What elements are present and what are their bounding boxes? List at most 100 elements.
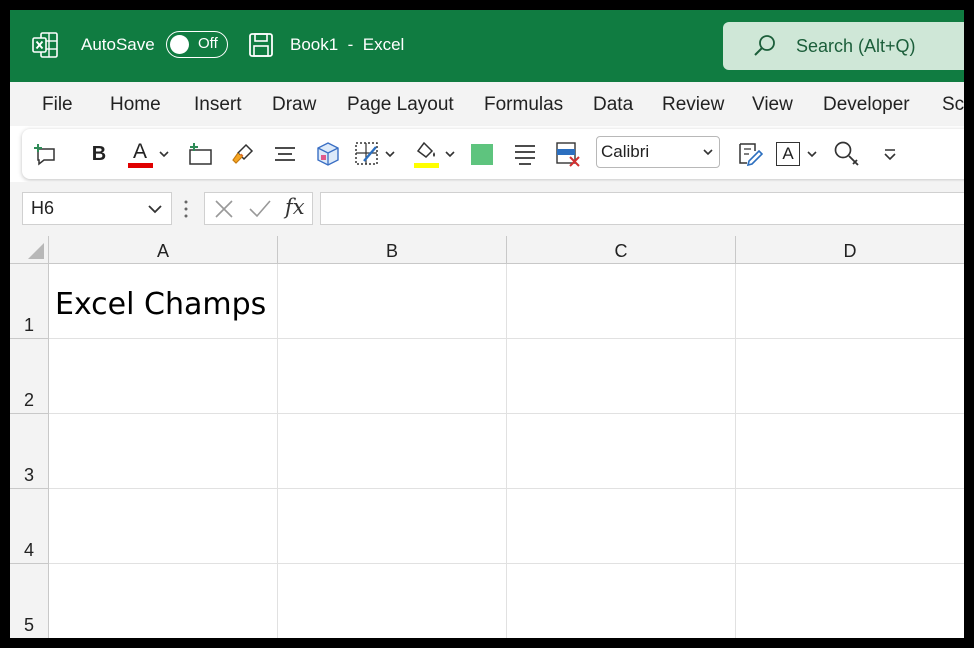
name-box-value: H6 [31,198,55,218]
row-number: 5 [24,615,35,635]
cell-c3[interactable] [507,414,736,489]
cell-b1[interactable] [278,264,507,339]
tab-view[interactable]: View [752,94,793,116]
row-header-3[interactable]: 3 [10,414,49,489]
cell-a5[interactable] [49,564,278,638]
row-header-4[interactable]: 4 [10,489,49,564]
column-header-c[interactable]: C [507,236,736,264]
tab-file[interactable]: File [42,94,73,116]
new-comment-icon [34,144,55,166]
search-box[interactable]: Search (Alt+Q) [723,22,964,70]
row-number: 3 [24,465,35,485]
tab-more[interactable]: Sc [942,94,964,116]
find-button[interactable] [832,140,862,168]
font-name-dropdown[interactable]: Calibri [596,136,720,168]
align-center-button[interactable] [272,140,298,168]
select-all-icon [28,243,44,259]
font-name-value: Calibri [601,142,650,161]
cell-c4[interactable] [507,489,736,564]
tab-insert[interactable]: Insert [194,94,242,116]
formula-bar-resize-handle[interactable] [184,199,188,219]
cell-a1[interactable]: Excel Champs [49,264,278,339]
tab-review[interactable]: Review [662,94,724,116]
sensitivity-icon [739,143,763,167]
format-painter-button[interactable] [230,140,256,168]
cell-a1-value: Excel Champs [55,287,267,322]
tab-draw[interactable]: Draw [272,94,316,116]
cell-d4[interactable] [736,489,964,564]
font-color-swatch [128,163,153,168]
chevron-down-icon [159,151,169,158]
cell-d2[interactable] [736,339,964,414]
column-header-d[interactable]: D [736,236,964,264]
justify-button[interactable] [512,140,538,168]
excel-window: AutoSave Off Book1 - Excel Search (Alt+Q… [10,10,964,638]
row-number: 1 [24,315,35,335]
chevron-down-icon [703,149,713,156]
fill-color-swatch [414,163,439,168]
tab-home[interactable]: Home [110,94,161,116]
cell-a3[interactable] [49,414,278,489]
tab-data[interactable]: Data [593,94,633,116]
spreadsheet-grid: A B C D 1 2 3 4 5 Excel Champs [10,236,964,638]
document-title: Book1 - Excel [290,35,405,54]
cell-a2[interactable] [49,339,278,414]
cancel-icon[interactable] [213,198,235,220]
green-fill-button[interactable] [470,140,494,168]
cell-b3[interactable] [278,414,507,489]
column-header-b[interactable]: B [278,236,507,264]
insert-cells-button[interactable] [186,140,214,168]
font-color-button[interactable]: A [127,140,171,168]
enter-icon[interactable] [248,198,272,220]
chevron-down-icon [807,151,817,158]
cell-b5[interactable] [278,564,507,638]
column-header-a[interactable]: A [49,236,278,264]
cell-d3[interactable] [736,414,964,489]
cell-c1[interactable] [507,264,736,339]
text-box-button[interactable]: A [774,140,820,168]
tab-developer[interactable]: Developer [823,94,910,116]
fill-color-button[interactable] [412,140,458,168]
title-bar: AutoSave Off Book1 - Excel Search (Alt+Q… [10,10,964,82]
insert-function-button[interactable]: fx [285,195,305,219]
name-box[interactable]: H6 [22,192,172,225]
new-comment-button[interactable] [32,140,58,168]
row-number: 2 [24,390,35,410]
select-all-button[interactable] [10,236,49,264]
formula-buttons: fx [204,192,313,225]
3d-model-button[interactable] [314,140,342,168]
justify-icon [515,145,535,165]
borders-icon [355,142,378,165]
cell-a4[interactable] [49,489,278,564]
autosave-toggle[interactable]: Off [166,31,228,58]
tab-page-layout[interactable]: Page Layout [347,94,454,116]
customize-toolbar-button[interactable] [880,140,900,168]
cell-b4[interactable] [278,489,507,564]
customize-toolbar-icon [884,149,896,161]
row-header-2[interactable]: 2 [10,339,49,414]
cell-d1[interactable] [736,264,964,339]
search-placeholder: Search (Alt+Q) [796,36,916,56]
search-icon [754,35,775,56]
3d-model-icon [317,142,339,166]
delete-cells-icon [556,142,580,167]
font-color-icon: A [128,140,154,168]
tab-formulas[interactable]: Formulas [484,94,563,116]
delete-cells-button[interactable] [554,140,582,168]
formula-input[interactable] [320,192,964,225]
row-header-5[interactable]: 5 [10,564,49,638]
autosave-label: AutoSave [81,35,155,54]
row-number: 4 [24,540,35,560]
cell-c2[interactable] [507,339,736,414]
row-header-1[interactable]: 1 [10,264,49,339]
toggle-state: Off [198,35,218,52]
cell-c5[interactable] [507,564,736,638]
cell-b2[interactable] [278,339,507,414]
cell-d5[interactable] [736,564,964,638]
chevron-down-icon [385,151,395,158]
bold-button[interactable]: B [88,140,110,168]
save-icon[interactable] [248,32,274,58]
green-fill-icon [471,143,493,165]
borders-button[interactable] [352,140,398,168]
sensitivity-button[interactable] [736,140,764,168]
